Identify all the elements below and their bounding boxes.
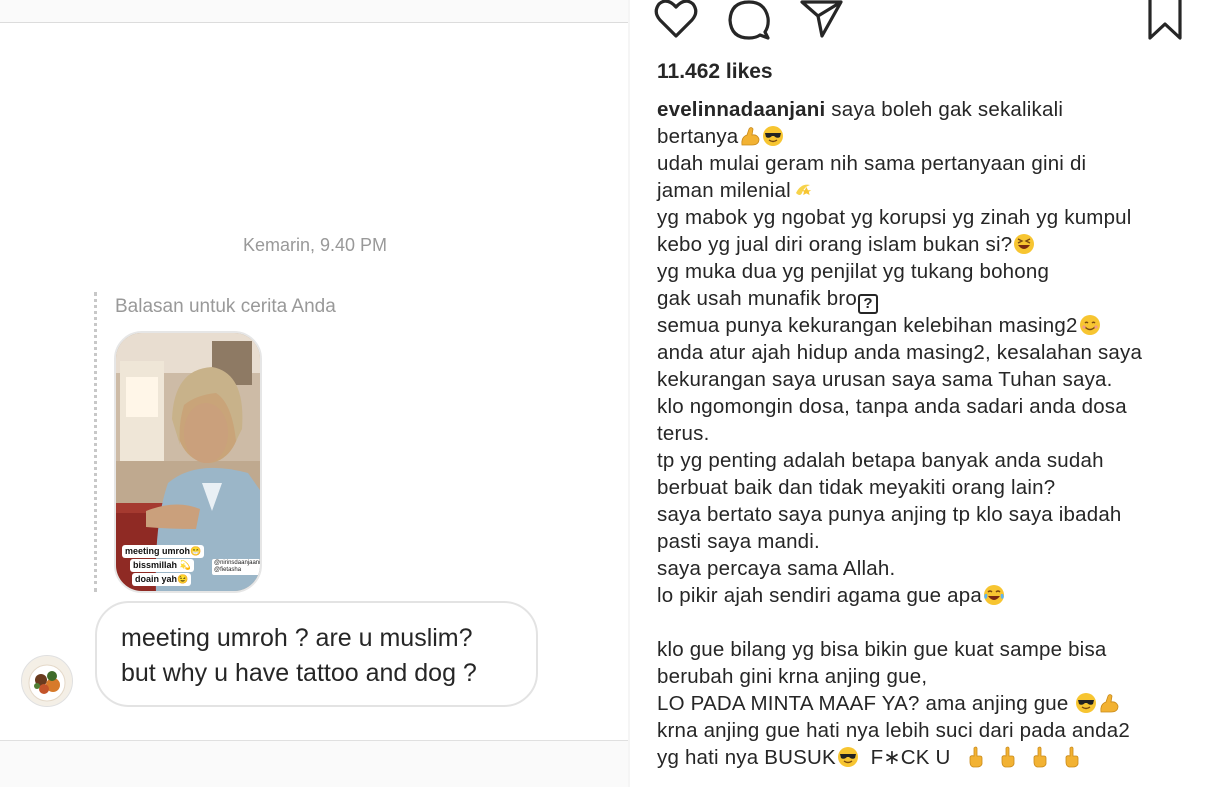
story-mention: @nirinsdaanjaani: [214, 560, 261, 566]
caption-line: yg muka dua yg penjilat yg tukang bohong: [657, 258, 1202, 285]
bookmark-icon[interactable]: [1147, 0, 1183, 42]
caption-line: klo gue bilang yg bisa bikin gue kuat sa…: [657, 636, 1202, 663]
story-mention: @fietasha: [214, 567, 242, 573]
message-line: but why u have tattoo and dog ?: [121, 659, 477, 687]
tears-of-joy-icon: [983, 584, 1005, 606]
caption-line: pasti saya mandi.: [657, 528, 1202, 555]
caption-text: semua punya kekurangan kelebihan masing2: [657, 314, 1078, 337]
caption-text: gak usah munafik bro: [657, 287, 858, 310]
caption-text: saya boleh gak sekalikali: [825, 98, 1064, 121]
grinning-squinting-face-icon: [1013, 233, 1035, 255]
caption-text: kebo yg jual diri orang islam bukan si?: [657, 233, 1013, 256]
caption-text: tp yg penting adalah betapa banyak anda …: [657, 449, 1104, 472]
caption-line: saya percaya sama Allah.: [657, 555, 1202, 582]
caption-text: berbuat baik dan tidak meyakiti orang la…: [657, 476, 1056, 499]
dm-input-bar[interactable]: [0, 740, 630, 787]
direct-message-panel: Kemarin, 9.40 PM Balasan untuk cerita An…: [0, 0, 630, 787]
caption-text: jaman milenial: [657, 179, 791, 202]
caption-text: saya bertato saya punya anjing tp klo sa…: [657, 503, 1122, 526]
caption-line: tp yg penting adalah betapa banyak anda …: [657, 447, 1202, 474]
caption-text: saya percaya sama Allah.: [657, 557, 896, 580]
caption-line: anda atur ajah hidup anda masing2, kesal…: [657, 339, 1202, 366]
dizzy-icon: [792, 179, 814, 201]
smiling-face-icon: [1079, 314, 1101, 336]
caption-text: anda atur ajah hidup anda masing2, kesal…: [657, 341, 1143, 364]
post-username[interactable]: evelinnadaanjani: [657, 98, 825, 121]
caption-text: pasti saya mandi.: [657, 530, 820, 553]
middle-finger-icon: [1030, 746, 1052, 768]
caption-line: semua punya kekurangan kelebihan masing2: [657, 312, 1202, 339]
caption-line: terus.: [657, 420, 1202, 447]
story-caption-line: meeting umroh😁: [122, 545, 205, 558]
avatar[interactable]: [21, 655, 73, 707]
caption-line: gak usah munafik bro?: [657, 285, 1202, 314]
caption-line: yg mabok yg ngobat yg korupsi yg zinah y…: [657, 204, 1202, 231]
story-mentions: @nirinsdaanjaani @fietasha: [212, 559, 261, 575]
share-icon[interactable]: [800, 0, 844, 40]
caption-text: kekurangan saya urusan saya sama Tuhan s…: [657, 368, 1113, 391]
caption-line: yg hati nya BUSUK F∗CK U: [657, 744, 1202, 771]
middle-finger-icon: [1062, 746, 1084, 768]
caption-text: terus.: [657, 422, 710, 445]
caption-line: klo ngomongin dosa, tanpa anda sadari an…: [657, 393, 1202, 420]
caption-line: lo pikir ajah sendiri agama gue apa: [657, 582, 1202, 609]
post-panel: 11.462 likes evelinnadaanjani saya boleh…: [630, 0, 1207, 787]
caption-text: berubah gini krna anjing gue,: [657, 665, 928, 688]
caption-line: kebo yg jual diri orang islam bukan si?: [657, 231, 1202, 258]
caption-line: evelinnadaanjani saya boleh gak sekalika…: [657, 96, 1202, 123]
caption-text: klo ngomongin dosa, tanpa anda sadari an…: [657, 395, 1127, 418]
caption-text: bertanya: [657, 125, 739, 148]
flexed-biceps-icon: [1098, 692, 1120, 714]
avatar-image: [22, 656, 72, 706]
story-caption-line: doain yah😉: [132, 573, 192, 586]
sunglasses-face-icon: [837, 746, 859, 768]
caption-text: LO PADA MINTA MAAF YA? ama anjing gue: [657, 692, 1075, 715]
caption-line: berbuat baik dan tidak meyakiti orang la…: [657, 474, 1202, 501]
caption-line: LO PADA MINTA MAAF YA? ama anjing gue: [657, 690, 1202, 717]
comment-icon[interactable]: [727, 0, 771, 42]
message-bubble[interactable]: meeting umroh ? are u muslim? but why u …: [95, 601, 538, 707]
caption-line: krna anjing gue hati nya lebih suci dari…: [657, 717, 1202, 744]
middle-finger-icon: [998, 746, 1020, 768]
caption-line: berubah gini krna anjing gue,: [657, 663, 1202, 690]
story-caption-line: bissmillah 💫: [130, 559, 194, 572]
unknown-glyph-icon: ?: [858, 294, 879, 314]
post-caption: evelinnadaanjani saya boleh gak sekalika…: [657, 96, 1202, 771]
message-timestamp: Kemarin, 9.40 PM: [242, 235, 388, 255]
likes-count[interactable]: 11.462 likes: [657, 60, 773, 84]
caption-text: udah mulai geram nih sama pertanyaan gin…: [657, 152, 1087, 175]
message-line: meeting umroh ? are u muslim?: [121, 624, 473, 652]
caption-text: klo gue bilang yg bisa bikin gue kuat sa…: [657, 638, 1107, 661]
middle-finger-icon: [966, 746, 988, 768]
caption-text: F∗CK U: [858, 746, 957, 769]
story-reply-label: Balasan untuk cerita Anda: [115, 296, 336, 317]
caption-text: yg mabok yg ngobat yg korupsi yg zinah y…: [657, 206, 1132, 229]
caption-line: saya bertato saya punya anjing tp klo sa…: [657, 501, 1202, 528]
caption-text: krna anjing gue hati nya lebih suci dari…: [657, 719, 1130, 742]
caption-text: yg hati nya BUSUK: [657, 746, 836, 769]
dm-header-bar: [0, 0, 630, 23]
sunglasses-face-icon: [1075, 692, 1097, 714]
caption-line: jaman milenial: [657, 177, 1202, 204]
caption-line: kekurangan saya urusan saya sama Tuhan s…: [657, 366, 1202, 393]
sunglasses-face-icon: [762, 125, 784, 147]
flexed-biceps-icon: [739, 125, 761, 147]
caption-line: [657, 609, 1202, 636]
story-caption: meeting umroh😁 bissmillah 💫 doain yah😉: [122, 545, 205, 587]
reply-indicator-line: [94, 292, 97, 592]
caption-line: udah mulai geram nih sama pertanyaan gin…: [657, 150, 1202, 177]
caption-text: lo pikir ajah sendiri agama gue apa: [657, 584, 982, 607]
caption-line: bertanya: [657, 123, 1202, 150]
heart-icon[interactable]: [654, 0, 698, 40]
caption-text: yg muka dua yg penjilat yg tukang bohong: [657, 260, 1050, 283]
story-thumbnail[interactable]: meeting umroh😁 bissmillah 💫 doain yah😉 @…: [114, 331, 262, 593]
